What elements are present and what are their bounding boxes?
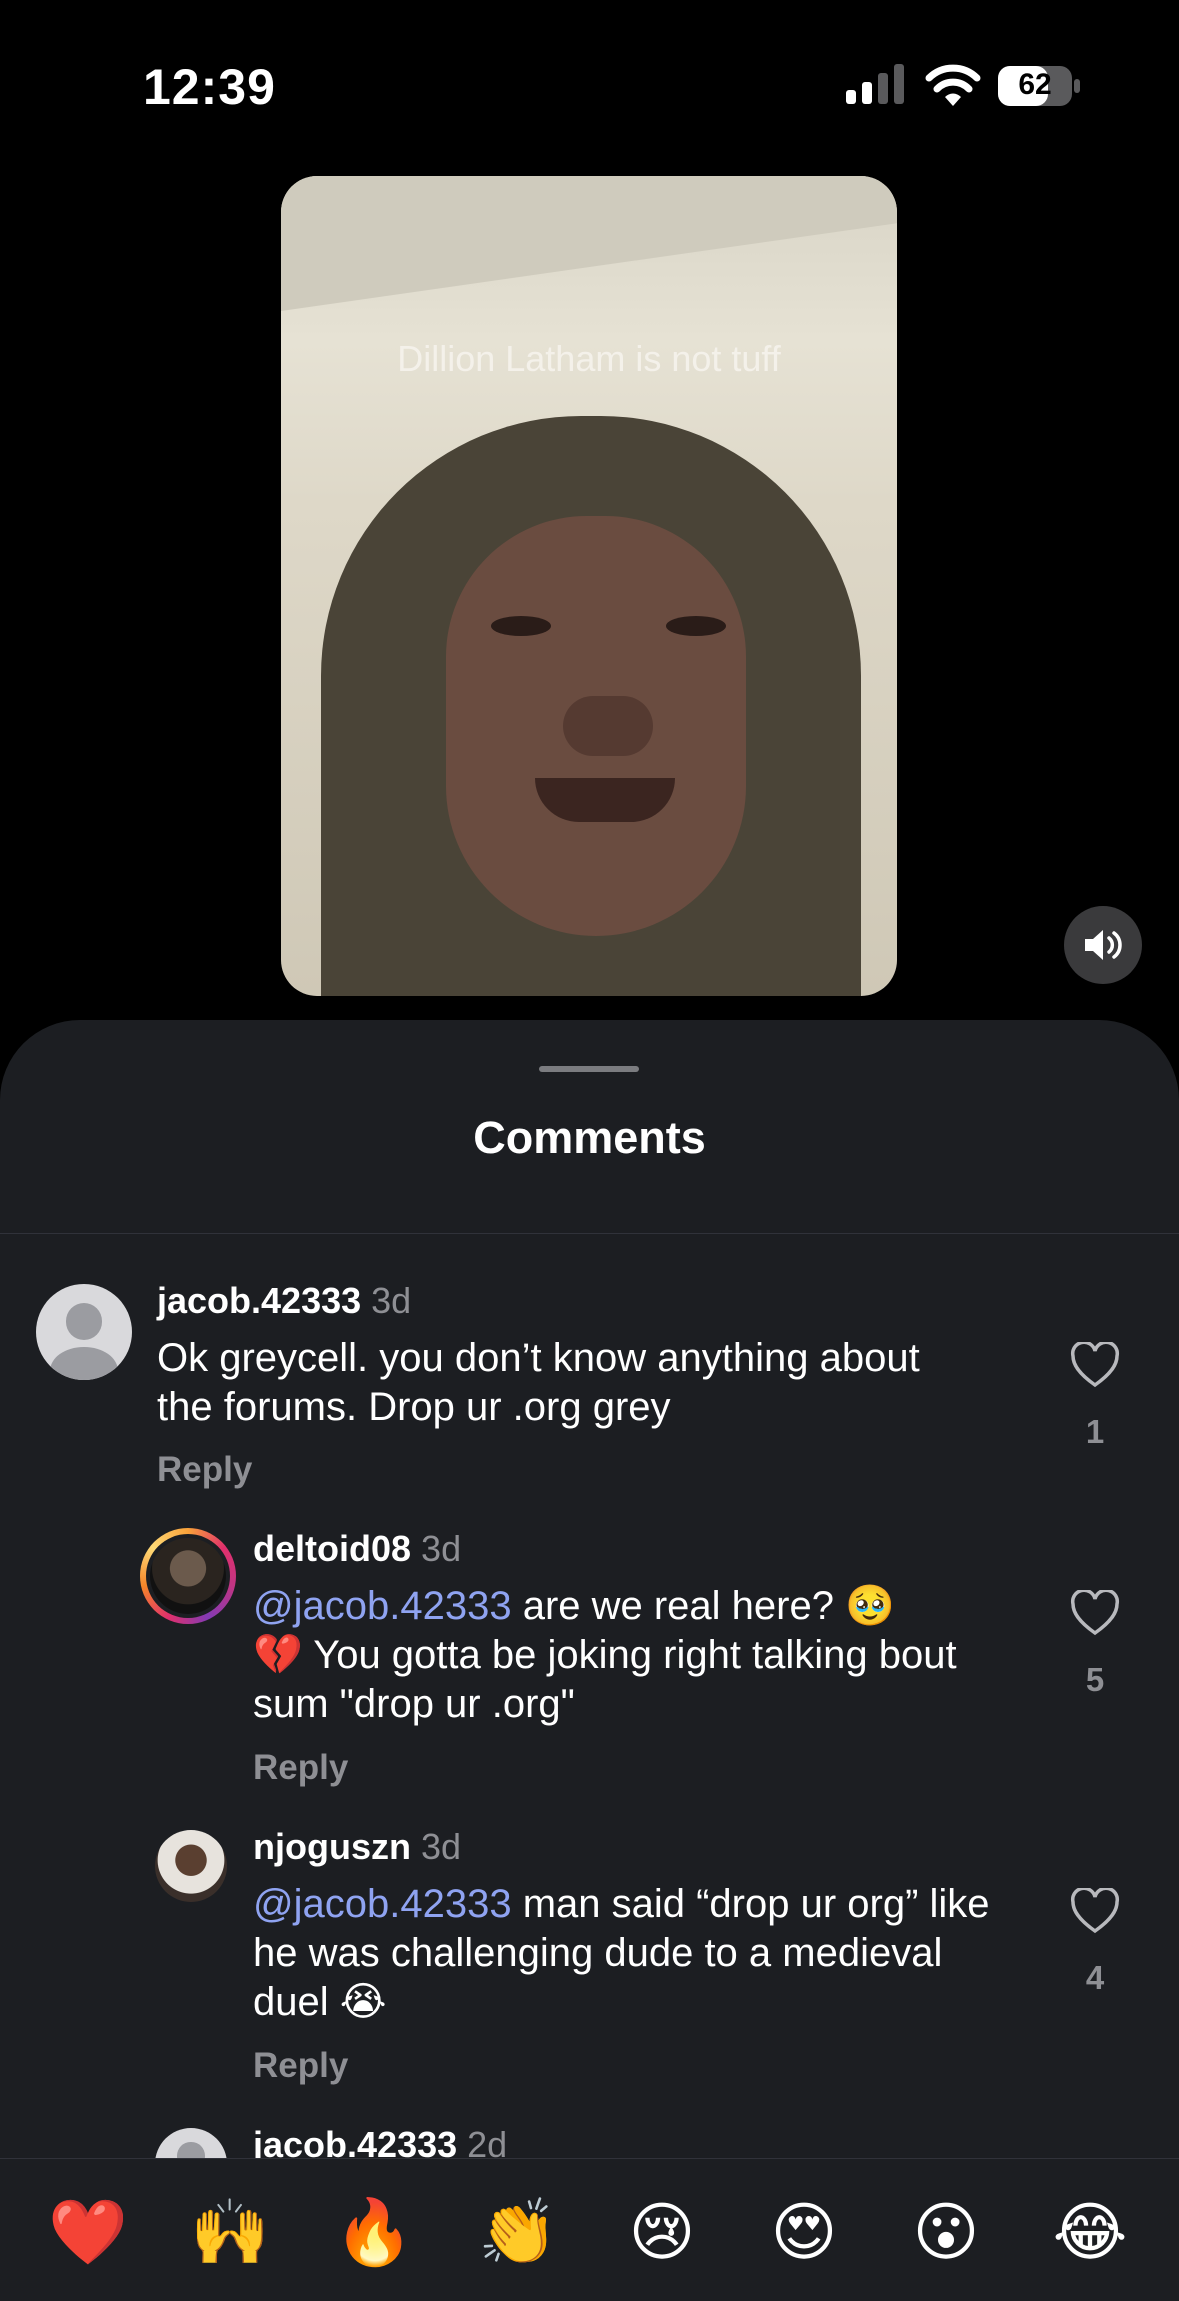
comment-username[interactable]: jacob.42333 3d [157,1280,411,1322]
video-subject-mouth [535,778,675,822]
emoji-clapping[interactable]: 👏 [478,2193,558,2273]
heart-outline-icon[interactable] [1070,1590,1120,1636]
mention-link[interactable]: @jacob.42333 [253,1584,512,1628]
emoji-fire[interactable]: 🔥 [334,2193,414,2273]
comments-sheet: Comments jacob.42333 3d Ok greycell. you… [0,1020,1179,2300]
emoji-heart[interactable]: ❤️ [48,2193,128,2273]
sheet-title: Comments [473,1112,706,1163]
mention-link[interactable]: @jacob.42333 [253,1882,512,1926]
like-count: 4 [1085,1959,1105,1996]
battery-level: 62 [1018,68,1052,101]
wifi-icon [925,64,981,106]
emoji-crying[interactable]: 😢 [622,2193,702,2273]
video-subject-eye [491,616,551,636]
speaker-icon [1085,930,1122,960]
video-player[interactable]: Dillion Latham is not tuff [281,176,897,996]
video-subject-nose [563,696,653,756]
sound-toggle-button[interactable] [1064,906,1142,984]
reply-button[interactable]: Reply [253,1748,348,1788]
divider [0,1233,1179,1234]
avatar[interactable] [36,1284,132,1380]
video-caption: Dillion Latham is not tuff [397,338,781,379]
like-count: 1 [1085,1413,1105,1450]
sheet-grabber[interactable] [539,1066,639,1072]
battery-icon: 62 [998,66,1080,106]
emoji-heart-eyes[interactable]: 😍 [764,2193,844,2273]
username-text[interactable]: jacob.42333 [157,1280,361,1321]
video-subject-eye [666,616,726,636]
reply-button[interactable]: Reply [253,2046,348,2086]
comment-text-part: are we real here? 🥹 [511,1584,895,1628]
status-time: 12:39 [143,59,276,115]
avatar-story-ring[interactable] [140,1528,236,1624]
avatar [150,1538,226,1614]
emoji-laughing[interactable]: 😂 [1050,2193,1130,2273]
like-count: 5 [1085,1661,1105,1698]
username-text[interactable]: njoguszn [253,1826,411,1867]
emoji-reaction-bar: ❤️ 🙌 🔥 👏 😢 😍 😮 😂 [0,2158,1179,2301]
comment-time: 3d [371,1280,412,1321]
comment-text-part: 💔 You gotta be joking right talking bout… [253,1633,957,1726]
username-text[interactable]: deltoid08 [253,1528,411,1569]
heart-outline-icon[interactable] [1070,1888,1120,1934]
comment-username[interactable]: deltoid08 3d [253,1528,461,1570]
heart-outline-icon[interactable] [1070,1342,1120,1388]
comment-text: @jacob.42333 man said “drop ur org” like… [253,1880,1013,2027]
comment-text: @jacob.42333 are we real here? 🥹 💔 You go… [253,1582,1013,1729]
avatar[interactable] [155,1830,227,1902]
emoji-raised-hands[interactable]: 🙌 [190,2193,270,2273]
video-background [281,176,897,311]
comment-text: Ok greycell. you don’t know anything abo… [157,1336,920,1429]
comment-username[interactable]: njoguszn 3d [253,1826,461,1868]
signal-icon [846,64,904,104]
reply-button[interactable]: Reply [157,1450,252,1490]
emoji-surprised[interactable]: 😮 [906,2193,986,2273]
comment-time: 3d [421,1528,462,1569]
comment-time: 3d [421,1826,462,1867]
